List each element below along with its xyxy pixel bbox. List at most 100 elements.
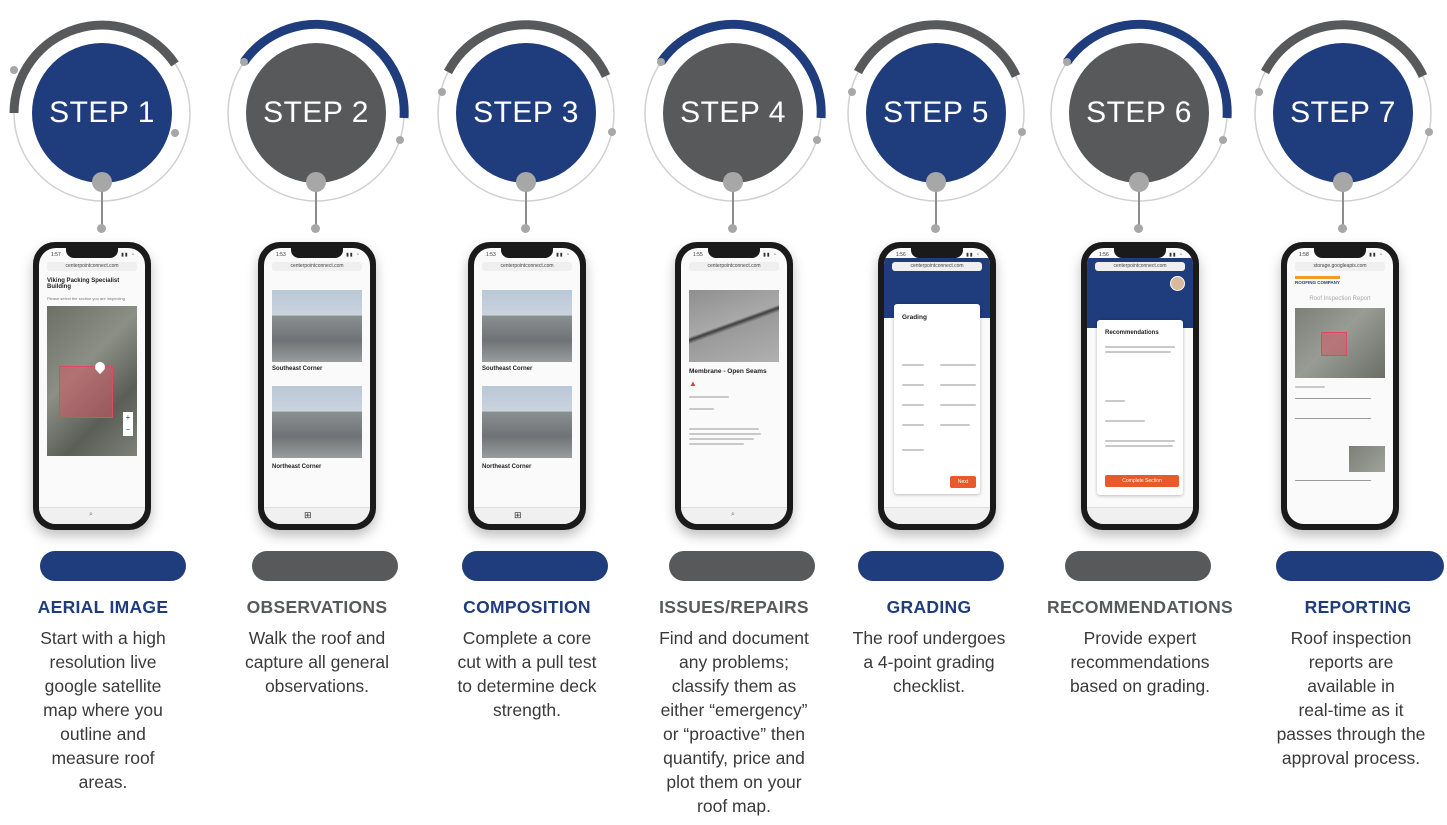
description-line: The roof undergoes bbox=[852, 628, 1006, 648]
screen-heading: Grading bbox=[902, 314, 927, 321]
description-line: checklist. bbox=[893, 676, 965, 696]
step-title: AERIAL IMAGE bbox=[37, 597, 169, 617]
step-badge: STEP 4 bbox=[663, 43, 803, 183]
step-badge: STEP 2 bbox=[246, 43, 386, 183]
phone-screen: 1:55 ▮▮ ◔ centerpointconnect.com Membrane… bbox=[681, 248, 787, 524]
description-line: resolution live bbox=[49, 652, 157, 672]
step-bar bbox=[252, 551, 398, 581]
url-bar: centerpointconnect.com bbox=[892, 262, 982, 271]
description-line: approval process. bbox=[1281, 748, 1421, 768]
step-title: ISSUES/REPAIRS bbox=[659, 597, 809, 617]
step-badge: STEP 6 bbox=[1069, 43, 1209, 183]
phone-mockup: 1:58 ▮▮ ◔ storage.googleapis.com ROOFING … bbox=[1281, 242, 1399, 530]
step-description: Start with a high resolution live google s… bbox=[0, 626, 206, 794]
description-line: recommendations bbox=[1070, 652, 1210, 672]
recommendations-card: Recommendations Complete Section bbox=[1097, 320, 1183, 495]
step-1: STEP 1 1:57 ▮▮ ◔ centerpointconnect.com V… bbox=[0, 0, 206, 825]
roof-photo bbox=[482, 290, 572, 362]
connector-line bbox=[525, 188, 527, 228]
screen-subtext: Please select the section you are inspec… bbox=[47, 296, 125, 301]
phone-mockup: 1:53 ▮▮ ◔ centerpointconnect.com Southeas… bbox=[468, 242, 586, 530]
phone-screen: 1:53 ▮▮ ◔ centerpointconnect.com Southeas… bbox=[474, 248, 580, 524]
avatar bbox=[1170, 276, 1185, 291]
description-line: plot them on your bbox=[666, 772, 802, 792]
description-line: map where you bbox=[43, 700, 163, 720]
description-line: measure roof bbox=[51, 748, 155, 768]
seam-photo bbox=[689, 290, 779, 362]
url-bar: centerpointconnect.com bbox=[272, 262, 362, 271]
description-line: quantify, price and bbox=[663, 748, 805, 768]
report-thumbnail bbox=[1349, 446, 1385, 472]
phone-screen: 1:56 ▮▮ ◔ centerpointconnect.com Grading … bbox=[884, 248, 990, 524]
description-line: roof map. bbox=[697, 796, 771, 816]
step-bar bbox=[1276, 551, 1444, 581]
step-description: The roof undergoes a 4-point grading check… bbox=[826, 626, 1032, 698]
connector-line bbox=[1138, 188, 1140, 228]
step-4: STEP 4 1:55 ▮▮ ◔ centerpointconnect.com M… bbox=[631, 0, 837, 825]
step-title: REPORTING bbox=[1304, 597, 1412, 617]
step-bar bbox=[858, 551, 1004, 581]
description-line: Walk the roof and bbox=[248, 628, 386, 648]
phone-screen: 1:57 ▮▮ ◔ centerpointconnect.com Viking P… bbox=[39, 248, 145, 524]
step-title: COMPOSITION bbox=[463, 597, 591, 617]
description-line: Roof inspection bbox=[1290, 628, 1412, 648]
connector-end bbox=[931, 224, 940, 233]
description-line: reports are bbox=[1308, 652, 1394, 672]
connector-line bbox=[101, 188, 103, 228]
description-line: google satellite bbox=[44, 676, 162, 696]
photo-caption: Northeast Corner bbox=[272, 464, 322, 470]
description-line: real-time as it bbox=[1298, 700, 1404, 720]
step-description: Find and document any problems; classify t… bbox=[631, 626, 837, 818]
step-badge: STEP 3 bbox=[456, 43, 596, 183]
connector-line bbox=[1342, 188, 1344, 228]
connector-line bbox=[315, 188, 317, 228]
report-map bbox=[1295, 308, 1385, 378]
next-button[interactable]: Next bbox=[950, 476, 976, 488]
roof-photo bbox=[482, 386, 572, 458]
phone-mockup: 1:55 ▮▮ ◔ centerpointconnect.com Membrane… bbox=[675, 242, 793, 530]
step-7: STEP 7 1:58 ▮▮ ◔ storage.googleapis.com R… bbox=[1241, 0, 1447, 825]
company-logo: ROOFING COMPANY bbox=[1295, 276, 1340, 285]
connector-end bbox=[728, 224, 737, 233]
step-badge: STEP 7 bbox=[1273, 43, 1413, 183]
connector-end bbox=[521, 224, 530, 233]
connector-node bbox=[723, 172, 743, 192]
step-badge: STEP 5 bbox=[866, 43, 1006, 183]
description-line: based on grading. bbox=[1069, 676, 1211, 696]
step-3: STEP 3 1:53 ▮▮ ◔ centerpointconnect.com S… bbox=[424, 0, 630, 825]
connector-node bbox=[1333, 172, 1353, 192]
step-description: Complete a core cut with a pull test to de… bbox=[424, 626, 630, 722]
description-line: Find and document bbox=[659, 628, 809, 648]
complete-section-button[interactable]: Complete Section bbox=[1105, 475, 1179, 487]
connector-node bbox=[926, 172, 946, 192]
phone-mockup: 1:53 ▮▮ ◔ centerpointconnect.com Southeas… bbox=[258, 242, 376, 530]
step-description: Roof inspection reports are available in re… bbox=[1255, 626, 1447, 770]
search-icon: ⌕ bbox=[89, 511, 93, 518]
step-title: RECOMMENDATIONS bbox=[1047, 597, 1233, 617]
description-line: a 4-point grading bbox=[863, 652, 995, 672]
description-line: passes through the bbox=[1276, 724, 1426, 744]
step-bar bbox=[40, 551, 186, 581]
step-badge: STEP 1 bbox=[32, 43, 172, 183]
connector-end bbox=[1134, 224, 1143, 233]
grid-icon: ⊞ bbox=[514, 510, 522, 520]
url-bar: centerpointconnect.com bbox=[482, 262, 572, 271]
description-line: to determine deck bbox=[457, 676, 597, 696]
screen-heading: Recommendations bbox=[1105, 330, 1159, 336]
description-line: Complete a core bbox=[462, 628, 592, 648]
screen-heading: Viking Packing Specialist Building bbox=[47, 278, 120, 290]
description-line: areas. bbox=[78, 772, 128, 792]
step-2: STEP 2 1:53 ▮▮ ◔ centerpointconnect.com S… bbox=[214, 0, 420, 825]
phone-mockup: 1:56 ▮▮ ◔ centerpointconnect.com Grading … bbox=[878, 242, 996, 530]
url-bar: storage.googleapis.com bbox=[1295, 262, 1385, 271]
phone-screen: 1:58 ▮▮ ◔ storage.googleapis.com ROOFING … bbox=[1287, 248, 1393, 524]
description-line: any problems; bbox=[679, 652, 789, 672]
grading-card: Grading Next bbox=[894, 304, 980, 494]
search-icon: ⌕ bbox=[731, 511, 735, 518]
photo-caption: Northeast Corner bbox=[482, 464, 532, 470]
phone-screen: 1:53 ▮▮ ◔ centerpointconnect.com Southeas… bbox=[264, 248, 370, 524]
step-bar bbox=[462, 551, 608, 581]
step-description: Walk the roof and capture all general obse… bbox=[214, 626, 420, 698]
step-title: GRADING bbox=[886, 597, 972, 617]
description-line: either “emergency” bbox=[660, 700, 808, 720]
